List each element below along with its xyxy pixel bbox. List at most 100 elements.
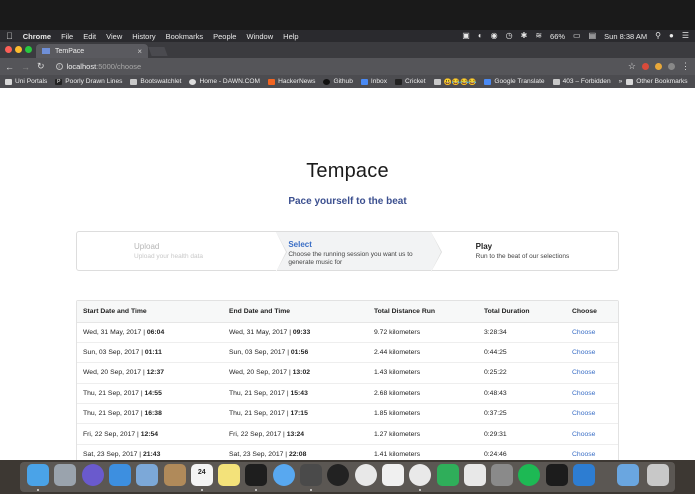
extension-red-icon[interactable] bbox=[642, 63, 649, 70]
minimize-window-icon[interactable] bbox=[15, 46, 22, 53]
downloads-folder-icon[interactable] bbox=[617, 464, 639, 486]
battery-icon[interactable]: ▭ bbox=[573, 30, 581, 42]
step-play[interactable]: Play Run to the beat of our selections bbox=[431, 232, 618, 270]
step-upload[interactable]: Upload Upload your health data bbox=[77, 232, 288, 272]
bookmark-label: Poorly Drawn Lines bbox=[65, 78, 123, 85]
pycharm-icon[interactable] bbox=[545, 464, 568, 486]
itunes-icon[interactable] bbox=[463, 464, 486, 486]
choose-link[interactable]: Choose bbox=[572, 349, 595, 356]
bookmark-item[interactable]: Home - DAWN.COM bbox=[189, 78, 260, 85]
trash-icon[interactable] bbox=[647, 464, 669, 486]
bookmark-item[interactable]: Inbox bbox=[360, 78, 387, 85]
step-select[interactable]: Select Choose the running session you wa… bbox=[276, 232, 442, 272]
siri-icon[interactable] bbox=[81, 464, 104, 486]
calendar-icon[interactable]: 24 bbox=[190, 464, 213, 486]
close-window-icon[interactable] bbox=[5, 46, 12, 53]
choose-link[interactable]: Choose bbox=[572, 431, 595, 438]
menubar-clock[interactable]: Sun 8:38 AM bbox=[604, 32, 647, 41]
status-app-icon[interactable]: ▣ bbox=[462, 30, 470, 42]
wifi-icon[interactable]: ≋ bbox=[535, 30, 542, 42]
column-header: End Date and Time bbox=[223, 301, 368, 323]
other-bookmarks[interactable]: » Other Bookmarks bbox=[619, 78, 688, 85]
numbers-icon[interactable] bbox=[436, 464, 459, 486]
sublime-text-icon[interactable] bbox=[300, 464, 322, 486]
browser-tab[interactable]: TemPace × bbox=[36, 44, 148, 58]
choose-link[interactable]: Choose bbox=[572, 410, 595, 417]
spotlight-search-icon[interactable]: ⚲ bbox=[655, 30, 661, 42]
end-date: Wed, 20 Sep, 2017 | bbox=[229, 369, 293, 377]
notes-icon[interactable] bbox=[218, 464, 241, 486]
step-description: Run to the beat of our selections bbox=[475, 253, 570, 260]
battery-percent[interactable]: 66% bbox=[550, 32, 565, 41]
status-time-machine-icon[interactable]: ◷ bbox=[506, 30, 513, 42]
new-tab-button[interactable] bbox=[148, 47, 168, 56]
flag-icon[interactable]: ▤ bbox=[589, 30, 597, 42]
bookmark-item[interactable]: Cricket bbox=[395, 78, 426, 85]
menu-bookmarks[interactable]: Bookmarks bbox=[166, 32, 204, 41]
choose-cell: Choose bbox=[566, 362, 618, 384]
choose-link[interactable]: Choose bbox=[572, 451, 595, 458]
start-datetime-cell: Thu, 21 Sep, 2017 | 16:38 bbox=[77, 403, 223, 425]
back-arrow-icon[interactable]: ← bbox=[5, 62, 14, 72]
bookmark-item[interactable]: P Poorly Drawn Lines bbox=[55, 78, 122, 85]
bookmark-item[interactable]: 😃😂😂😂 bbox=[433, 78, 476, 86]
safari-icon[interactable] bbox=[108, 464, 131, 486]
extension-gray-icon[interactable] bbox=[668, 63, 675, 70]
start-time: 12:37 bbox=[146, 369, 165, 377]
end-time: 15:43 bbox=[290, 389, 308, 397]
apple-menu-icon[interactable]:  bbox=[6, 30, 13, 42]
menu-file[interactable]: File bbox=[61, 32, 73, 41]
textedit-icon[interactable] bbox=[381, 464, 404, 486]
menu-people[interactable]: People bbox=[213, 32, 236, 41]
chrome-menu-icon[interactable]: ⋮ bbox=[681, 61, 690, 72]
system-preferences-icon[interactable] bbox=[491, 464, 514, 486]
menu-history[interactable]: History bbox=[132, 32, 155, 41]
extension-emoji-icon[interactable] bbox=[655, 63, 662, 70]
notification-center-icon[interactable]: ☰ bbox=[682, 30, 689, 42]
bookmark-item[interactable]: Uni Portals bbox=[5, 78, 47, 85]
launchpad-icon[interactable] bbox=[54, 464, 77, 486]
bookmark-label: Cricket bbox=[405, 78, 426, 85]
bookmark-star-icon[interactable]: ☆ bbox=[628, 61, 636, 72]
status-circle-icon[interactable]: ◐ bbox=[478, 30, 483, 42]
forward-arrow-icon[interactable]: → bbox=[21, 62, 30, 72]
menu-view[interactable]: View bbox=[106, 32, 122, 41]
choose-link[interactable]: Choose bbox=[572, 369, 595, 376]
messages-icon[interactable] bbox=[272, 464, 295, 486]
bookmark-item[interactable]: Bootswatchlet bbox=[130, 78, 181, 85]
menu-edit[interactable]: Edit bbox=[83, 32, 96, 41]
duration-cell: 0:29:31 bbox=[478, 423, 566, 445]
ycombinator-icon bbox=[268, 78, 276, 85]
duration-cell: 0:44:25 bbox=[478, 342, 566, 364]
close-tab-icon[interactable]: × bbox=[137, 47, 142, 56]
bookmark-item[interactable]: HackerNews bbox=[268, 78, 315, 85]
xcode-icon[interactable] bbox=[573, 464, 595, 486]
contacts-icon[interactable] bbox=[163, 464, 186, 486]
bookmarks-bar: Uni Portals P Poorly Drawn Lines Bootswat… bbox=[0, 75, 695, 88]
site-info-icon[interactable]: i bbox=[55, 63, 63, 70]
user-avatar-icon[interactable]: ● bbox=[669, 30, 674, 42]
finder-icon[interactable] bbox=[27, 464, 49, 486]
reload-icon[interactable]: ↻ bbox=[37, 61, 45, 72]
end-time: 22:08 bbox=[288, 451, 307, 459]
menu-help[interactable]: Help bbox=[283, 32, 298, 41]
terminal-icon[interactable] bbox=[245, 464, 268, 486]
maximize-window-icon[interactable] bbox=[25, 46, 32, 53]
menu-app-name[interactable]: Chrome bbox=[23, 32, 51, 41]
choose-link[interactable]: Choose bbox=[572, 390, 595, 397]
bookmark-item[interactable]: Github bbox=[323, 78, 353, 85]
end-datetime-cell: Wed, 20 Sep, 2017 | 13:02 bbox=[223, 362, 368, 384]
bookmark-item[interactable]: Google Translate bbox=[484, 78, 545, 85]
macos-dock: 24 bbox=[0, 460, 695, 494]
status-eject-icon[interactable]: ◉ bbox=[491, 30, 498, 42]
preview-icon[interactable] bbox=[136, 464, 159, 486]
bookmark-item[interactable]: 403 – Forbidden bbox=[552, 78, 611, 85]
end-time: 17:15 bbox=[290, 410, 308, 418]
photos-icon[interactable] bbox=[354, 464, 377, 486]
address-bar[interactable]: i localhost:5000/choose bbox=[52, 61, 620, 73]
bluetooth-icon[interactable]: ✱ bbox=[521, 30, 528, 42]
choose-link[interactable]: Choose bbox=[572, 329, 595, 336]
menu-window[interactable]: Window bbox=[246, 32, 273, 41]
step-description: Upload your health data bbox=[134, 253, 204, 260]
end-datetime-cell: Thu, 21 Sep, 2017 | 17:15 bbox=[223, 403, 368, 425]
